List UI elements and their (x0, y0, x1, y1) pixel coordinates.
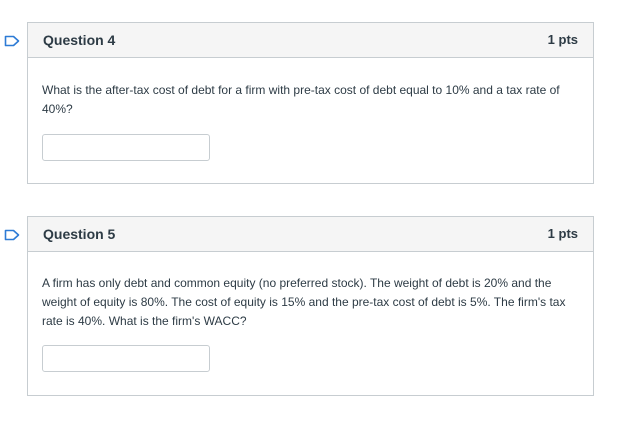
question-5-card: Question 5 1 pts A firm has only debt an… (4, 216, 594, 396)
flag-question-icon[interactable] (4, 228, 20, 241)
answer-input[interactable] (42, 345, 210, 372)
question-title: Question 5 (43, 226, 116, 242)
question-4-card: Question 4 1 pts What is the after-tax c… (4, 22, 594, 184)
question-points: 1 pts (547, 226, 578, 241)
flag-question-icon[interactable] (4, 34, 20, 47)
question-header: Question 5 1 pts (28, 217, 593, 252)
question-text: What is the after-tax cost of debt for a… (42, 83, 560, 116)
question-title: Question 4 (43, 32, 116, 48)
question-points: 1 pts (547, 32, 578, 47)
question-header: Question 4 1 pts (28, 23, 593, 58)
question-text: A firm has only debt and common equity (… (42, 276, 566, 328)
answer-input[interactable] (42, 134, 210, 161)
